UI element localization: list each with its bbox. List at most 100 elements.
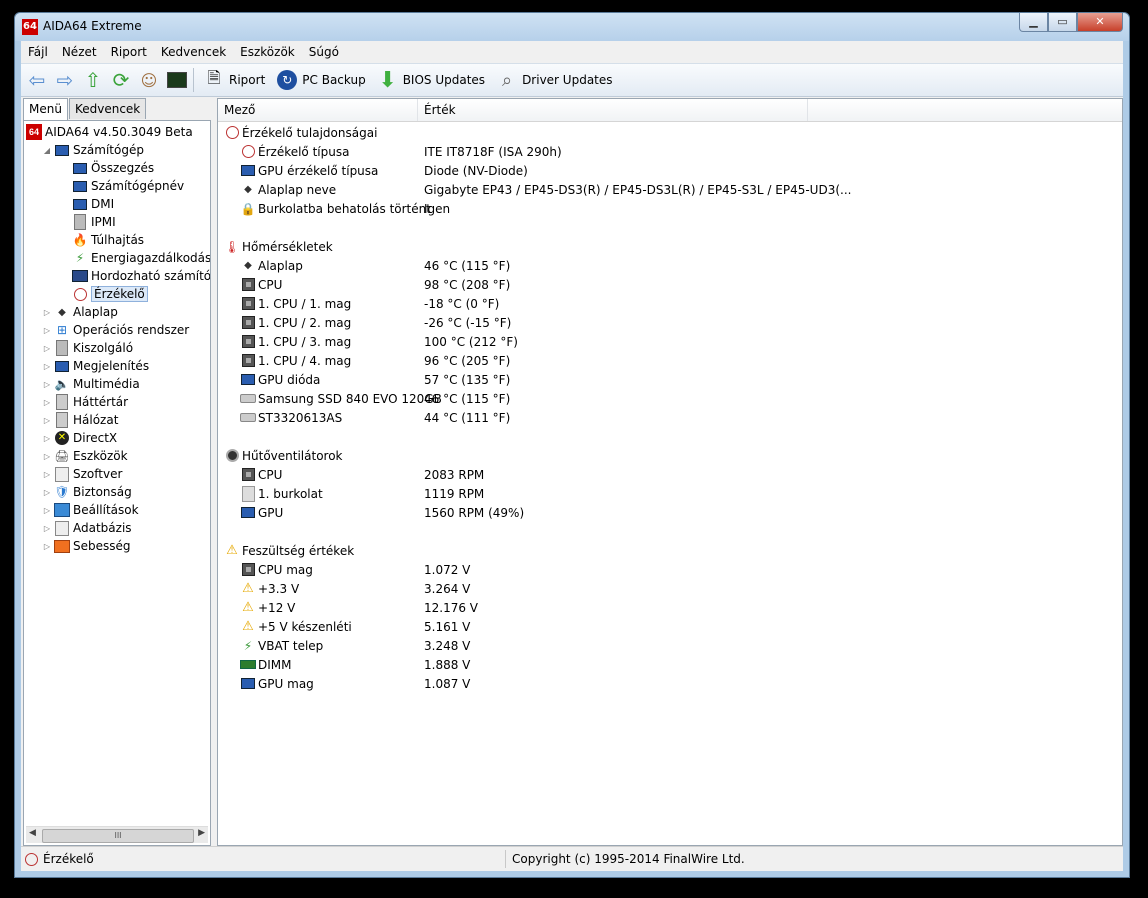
expand-icon[interactable]: ▷ [42,542,52,551]
expand-icon[interactable]: ▷ [42,344,52,353]
tree-item[interactable]: ▷ ✕ DirectX [42,429,117,447]
maximize-button[interactable]: ▭ [1048,13,1077,32]
up-button[interactable]: ⇧ [81,66,105,94]
field-value: Igen [424,201,451,216]
expand-icon[interactable]: ▷ [42,308,52,317]
forward-button[interactable]: ⇨ [53,66,77,94]
expand-icon[interactable]: ▷ [42,398,52,407]
tree-item[interactable]: ▷ 🛡 Biztonság [42,483,132,501]
pc-backup-button[interactable]: ↻ PC Backup [275,66,371,94]
monitor-button[interactable] [165,66,189,94]
expand-icon[interactable]: ▷ [42,416,52,425]
menu-favorites[interactable]: Kedvencek [154,45,233,59]
refresh-icon: ⟳ [112,68,130,92]
sensor-row[interactable]: ◆ Alaplap 46 °C (115 °F) [218,256,1122,275]
sensor-row[interactable]: GPU érzékelő típusa Diode (NV-Diode) [218,161,1122,180]
expand-icon[interactable]: ◢ [42,146,52,155]
expand-icon[interactable]: ▷ [42,452,52,461]
tab-menu[interactable]: Menü [23,98,68,121]
user-button[interactable]: ☺ [137,66,161,94]
sensor-row[interactable]: CPU mag 1.072 V [218,560,1122,579]
scroll-left-icon[interactable]: ◀ [29,828,36,838]
expand-icon[interactable]: ▷ [42,488,52,497]
back-button[interactable]: ⇦ [25,66,49,94]
menu-file[interactable]: Fájl [21,45,55,59]
tree-item[interactable]: ▷ 🖨 Eszközök [42,447,128,465]
title-bar[interactable]: 64 AIDA64 Extreme ▁ ▭ ✕ [15,13,1129,41]
sensor-row[interactable]: 1. burkolat 1119 RPM [218,484,1122,503]
sensor-row[interactable]: Érzékelő típusa ITE IT8718F (ISA 290h) [218,142,1122,161]
tree-item[interactable]: Hordozható számítógé [60,267,210,285]
sensor-row[interactable]: 1. CPU / 1. mag -18 °C (0 °F) [218,294,1122,313]
tree-item[interactable]: ▷ ⊞ Operációs rendszer [42,321,189,339]
sensor-row[interactable]: GPU 1560 RPM (49%) [218,503,1122,522]
sensor-row[interactable]: ◆ Alaplap neve Gigabyte EP43 / EP45-DS3(R)… [218,180,1122,199]
tree-item[interactable]: Számítógépnév [60,177,184,195]
driver-updates-button[interactable]: ⌕ Driver Updates [495,66,618,94]
sensor-row[interactable]: CPU 98 °C (208 °F) [218,275,1122,294]
group-header-row[interactable]: ⚠ Feszültség értékek [218,541,1122,560]
sensor-row[interactable]: 1. CPU / 4. mag 96 °C (205 °F) [218,351,1122,370]
expand-icon[interactable]: ▷ [42,380,52,389]
field-name: 1. CPU / 1. mag [258,296,352,311]
sensor-row[interactable]: Samsung SSD 840 EVO 120GB 46 °C (115 °F) [218,389,1122,408]
tree-item[interactable]: IPMI [60,213,116,231]
tree-item[interactable]: Összegzés [60,159,154,177]
column-value[interactable]: Érték [418,99,808,121]
tree-item[interactable]: ▷ 🔈 Multimédia [42,375,140,393]
minimize-button[interactable]: ▁ [1019,13,1048,32]
scrollbar-thumb[interactable]: III [42,829,194,843]
tree-item[interactable]: Érzékelő [60,285,148,303]
laptop-icon [72,268,88,284]
menu-help[interactable]: Súgó [302,45,346,59]
tree-item[interactable]: ▷ Szoftver [42,465,122,483]
expand-icon[interactable]: ▷ [42,326,52,335]
report-button[interactable]: 🗎 Riport [202,66,271,94]
close-button[interactable]: ✕ [1077,13,1123,32]
tree-horizontal-scrollbar[interactable]: ◀ III ▶ [26,826,208,843]
tree-item[interactable]: ▷ Háttértár [42,393,128,411]
expand-icon[interactable]: ▷ [42,470,52,479]
sensor-row[interactable]: CPU 2083 RPM [218,465,1122,484]
group-header-row[interactable]: 🌡 Hőmérsékletek [218,237,1122,256]
column-field[interactable]: Mező [218,99,418,121]
sensor-row[interactable]: ST3320613AS 44 °C (111 °F) [218,408,1122,427]
scroll-right-icon[interactable]: ▶ [198,828,205,838]
tree-item[interactable]: ▷ Sebesség [42,537,131,555]
tree-item[interactable]: 64 AIDA64 v4.50.3049 Beta [26,123,193,141]
sensor-row[interactable]: ⚠ +5 V készenléti 5.161 V [218,617,1122,636]
sensor-row[interactable]: ⚠ +12 V 12.176 V [218,598,1122,617]
menu-report[interactable]: Riport [104,45,154,59]
tree-item[interactable]: ◢ Számítógép [42,141,144,159]
sensor-row[interactable]: 1. CPU / 3. mag 100 °C (212 °F) [218,332,1122,351]
sensor-row[interactable]: 🔒 Burkolatba behatolás történt Igen [218,199,1122,218]
sensor-row[interactable]: ⚡ VBAT telep 3.248 V [218,636,1122,655]
expand-icon[interactable]: ▷ [42,434,52,443]
tree-item[interactable]: ▷ Megjelenítés [42,357,149,375]
tree-item[interactable]: 🔥 Túlhajtás [60,231,145,249]
refresh-button[interactable]: ⟳ [109,66,133,94]
navigation-tree[interactable]: ◀ III ▶ 64 AIDA64 v4.50.3049 Beta ◢ Számító… [23,120,211,846]
sensor-row[interactable]: ⚠ +3.3 V 3.264 V [218,579,1122,598]
tree-item[interactable]: DMI [60,195,114,213]
menu-view[interactable]: Nézet [55,45,104,59]
sensor-row[interactable]: GPU dióda 57 °C (135 °F) [218,370,1122,389]
tree-item[interactable]: ▷ ◆ Alaplap [42,303,118,321]
tab-favorites[interactable]: Kedvencek [68,98,147,119]
sensor-row[interactable]: DIMM 1.888 V [218,655,1122,674]
expand-icon[interactable]: ▷ [42,362,52,371]
group-header-row[interactable]: Érzékelő tulajdonságai [218,123,1122,142]
sensor-row[interactable]: GPU mag 1.087 V [218,674,1122,693]
group-header-row[interactable]: Hűtőventilátorok [218,446,1122,465]
tree-item[interactable]: ▷ Hálózat [42,411,118,429]
menu-tools[interactable]: Eszközök [233,45,302,59]
expand-icon[interactable]: ▷ [42,524,52,533]
tree-item[interactable]: ▷ Kiszolgáló [42,339,133,357]
tree-item[interactable]: ⚡ Energiagazdálkodás [60,249,210,267]
expand-icon[interactable]: ▷ [42,506,52,515]
bios-updates-button[interactable]: ⬇ BIOS Updates [376,66,491,94]
sensor-row[interactable]: 1. CPU / 2. mag -26 °C (-15 °F) [218,313,1122,332]
tree-item[interactable]: ▷ Beállítások [42,501,139,519]
motherboard-icon: ◆ [244,184,252,195]
tree-item[interactable]: ▷ Adatbázis [42,519,132,537]
